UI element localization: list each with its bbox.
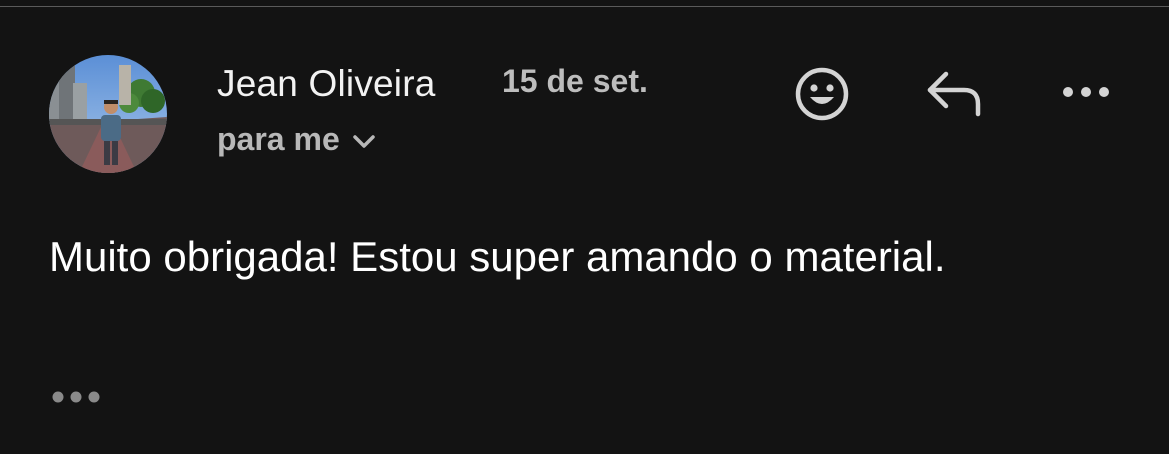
recipient-label: para me: [217, 121, 340, 157]
chevron-down-icon: [352, 134, 375, 148]
sender-name[interactable]: Jean Oliveira: [217, 63, 436, 105]
ellipsis-icon: [52, 391, 100, 403]
top-divider: [0, 6, 1169, 7]
show-quoted-text-button[interactable]: [50, 384, 106, 410]
recipient-details-toggle[interactable]: para me: [217, 121, 376, 158]
emoji-smile-icon: [795, 67, 849, 121]
more-options-button[interactable]: [1056, 70, 1116, 114]
message-date: 15 de set.: [502, 63, 648, 99]
reply-arrow-icon: [927, 71, 981, 117]
sender-avatar[interactable]: [49, 55, 167, 173]
add-reaction-button[interactable]: [793, 65, 851, 123]
more-horizontal-icon: [1063, 87, 1109, 97]
avatar-photo: [49, 55, 167, 173]
message-body: Muito obrigada! Estou super amando o mat…: [49, 233, 946, 280]
reply-button[interactable]: [924, 65, 986, 123]
